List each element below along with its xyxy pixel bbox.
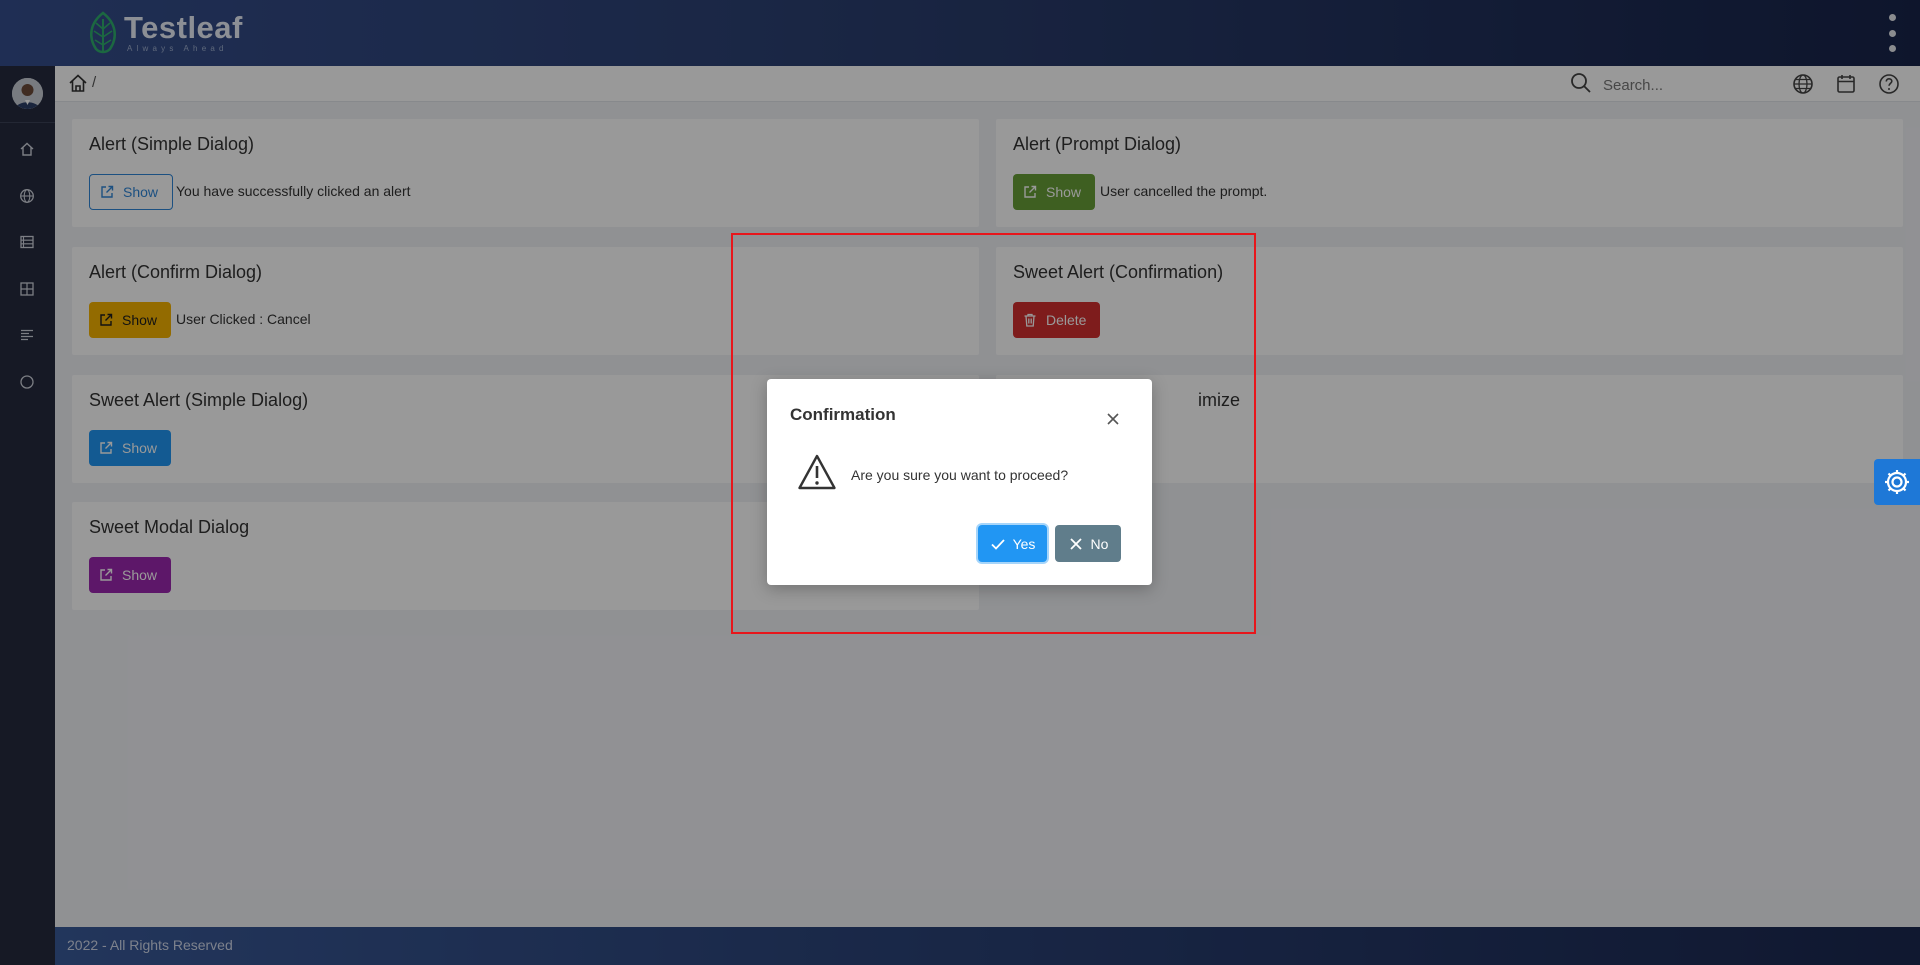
- warning-icon: [798, 454, 836, 490]
- yes-button[interactable]: Yes: [978, 525, 1047, 562]
- gear-icon: [1885, 470, 1909, 494]
- dialog-title: Confirmation: [790, 405, 896, 424]
- no-label: No: [1090, 535, 1109, 552]
- yes-label: Yes: [1012, 535, 1036, 552]
- close-icon[interactable]: [1102, 408, 1124, 430]
- confirmation-dialog: Confirmation Are you sure you want to pr…: [767, 379, 1152, 585]
- check-icon: [990, 538, 1005, 550]
- times-icon: [1069, 537, 1082, 550]
- no-button[interactable]: No: [1055, 525, 1121, 562]
- settings-gear-button[interactable]: [1874, 459, 1920, 505]
- dialog-message: Are you sure you want to proceed?: [851, 467, 1069, 483]
